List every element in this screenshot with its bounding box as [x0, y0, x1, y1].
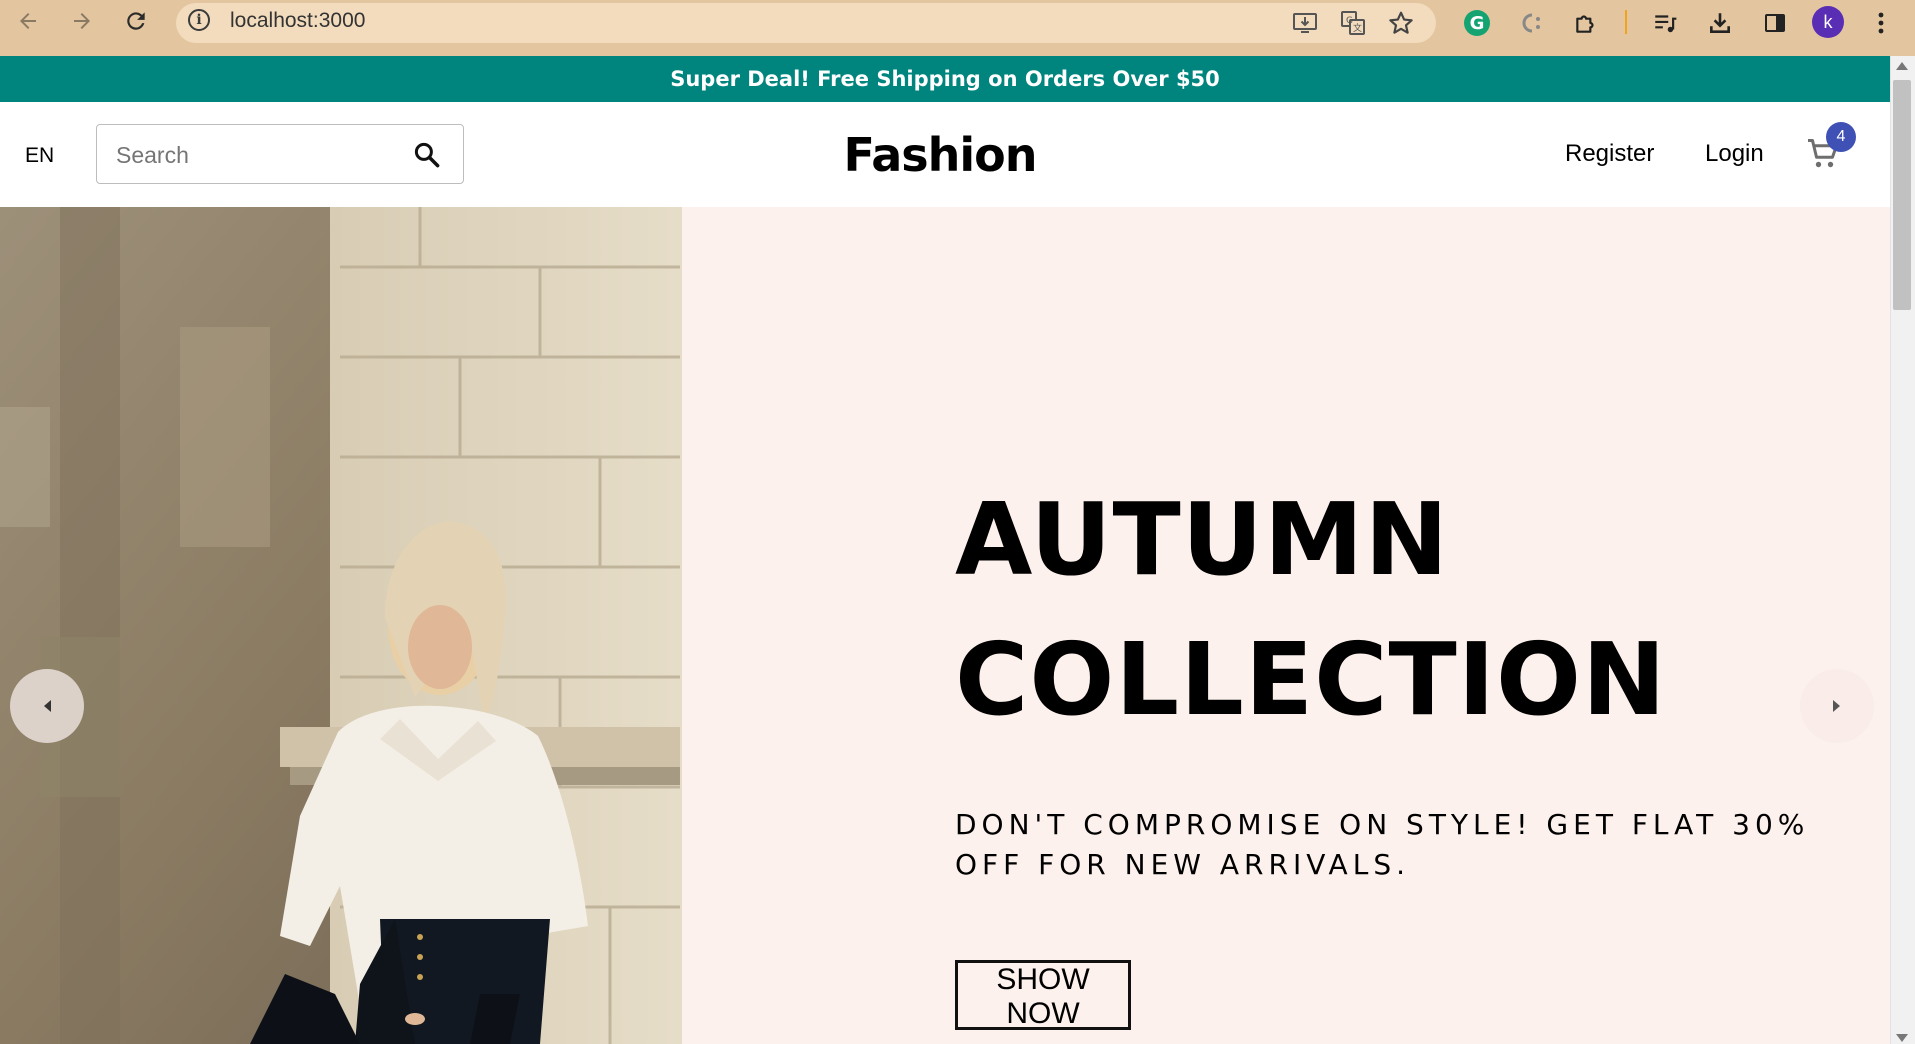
slider-prev-button[interactable]	[10, 669, 84, 743]
url-text[interactable]: localhost:3000	[230, 9, 365, 33]
grammarly-icon[interactable]: G	[1458, 4, 1496, 42]
media-control-icon[interactable]	[1646, 4, 1684, 42]
hero-description-line-2: OFF FOR NEW ARRIVALS.	[955, 848, 1410, 881]
side-panel-icon[interactable]	[1756, 4, 1794, 42]
show-now-button[interactable]: SHOW NOW	[955, 960, 1131, 1030]
translate-icon[interactable]: G文	[1336, 6, 1370, 40]
scroll-thumb[interactable]	[1893, 80, 1911, 310]
site-logo[interactable]: Fashion	[843, 128, 1037, 182]
hero-title: AUTUMN COLLECTION	[955, 470, 1667, 750]
hero-description-line-1: DON'T COMPROMISE ON STYLE! GET FLAT 30%	[955, 808, 1810, 841]
search-icon[interactable]	[412, 140, 442, 170]
download-icon[interactable]	[1701, 4, 1739, 42]
chevron-right-icon	[1833, 700, 1840, 712]
reload-icon	[127, 12, 145, 30]
puzzle-icon[interactable]	[1567, 4, 1605, 42]
svg-text:G: G	[1346, 16, 1353, 26]
hero-description: DON'T COMPROMISE ON STYLE! GET FLAT 30% …	[955, 805, 1815, 885]
arrow-left-icon	[20, 13, 36, 29]
cart-count-badge: 4	[1826, 122, 1856, 152]
hero-title-line-1: AUTUMN	[955, 481, 1450, 598]
login-link[interactable]: Login	[1705, 140, 1764, 168]
arrow-right-icon	[74, 13, 90, 29]
reload-button[interactable]	[116, 1, 156, 41]
hero-image	[0, 207, 682, 1044]
forward-button[interactable]	[62, 1, 102, 41]
star-icon[interactable]	[1384, 6, 1418, 40]
svg-text:文: 文	[1353, 22, 1362, 34]
profile-avatar[interactable]: k	[1812, 6, 1844, 38]
announcement-text: Super Deal! Free Shipping on Orders Over…	[670, 67, 1220, 91]
slider-next-button[interactable]	[1800, 669, 1874, 743]
back-button[interactable]	[8, 1, 48, 41]
register-link[interactable]: Register	[1565, 140, 1654, 168]
extension-icon[interactable]	[1512, 4, 1550, 42]
install-app-icon[interactable]	[1288, 6, 1322, 40]
toolbar-divider	[1625, 10, 1627, 34]
scroll-up-arrow-icon[interactable]	[1896, 62, 1908, 70]
scroll-down-arrow-icon[interactable]	[1896, 1034, 1908, 1042]
chevron-left-icon	[44, 700, 51, 712]
announcement-bar: Super Deal! Free Shipping on Orders Over…	[0, 56, 1890, 102]
hero-title-line-2: COLLECTION	[955, 621, 1667, 738]
info-icon[interactable]: i	[188, 9, 210, 31]
search-input[interactable]	[116, 138, 396, 172]
language-selector[interactable]: EN	[25, 144, 54, 168]
more-vert-icon[interactable]	[1862, 4, 1900, 42]
